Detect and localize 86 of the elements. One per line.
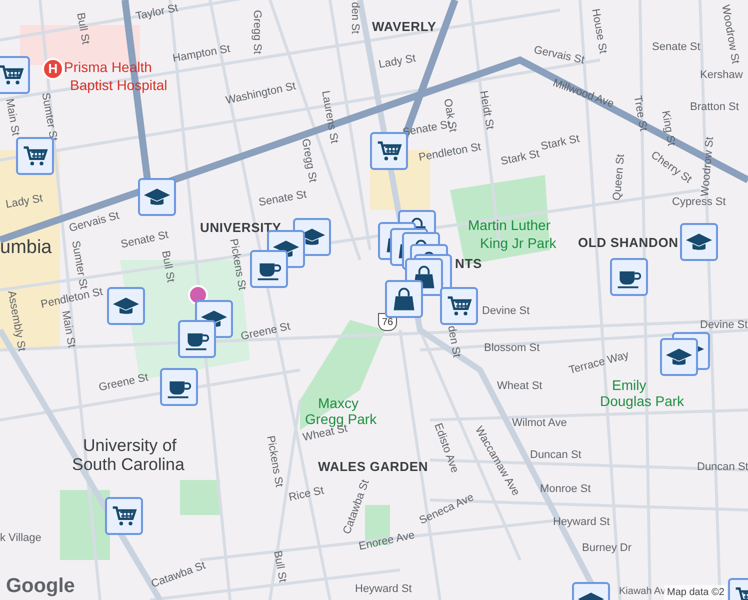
- street-label: Pendleton St: [418, 142, 482, 164]
- street-label: Main St: [3, 98, 20, 137]
- map-marker[interactable]: [138, 178, 176, 216]
- street-label: House St: [589, 8, 608, 54]
- park-label: Gregg Park: [305, 412, 377, 426]
- street-label: Main St: [59, 310, 76, 349]
- street-label: Enoree Ave: [358, 530, 416, 553]
- street-label: Stark St: [500, 148, 541, 168]
- neighborhood-label: NTS: [455, 257, 482, 270]
- street-label: Blossom St: [484, 343, 540, 354]
- street-label: Heidt St: [477, 90, 495, 130]
- street-label: Senate St: [652, 42, 700, 53]
- street-label: Washington St: [225, 81, 297, 107]
- map-marker[interactable]: [440, 287, 478, 325]
- street-label: Devine St: [700, 320, 748, 331]
- park-label: Douglas Park: [600, 394, 684, 408]
- street-label: Burney Dr: [582, 543, 632, 554]
- street-label: den St: [349, 2, 360, 34]
- street-label: den St: [445, 325, 462, 358]
- street-label: Gervais St: [68, 210, 120, 235]
- park-label: Maxcy: [318, 396, 358, 410]
- street-label: Heyward St: [355, 584, 412, 595]
- street-label: Kershaw: [700, 70, 743, 81]
- street-label: Gregg St: [251, 10, 262, 54]
- street-label: Lady St: [378, 54, 417, 71]
- street-label: Assembly St: [5, 290, 27, 352]
- street-label: k Village: [0, 533, 42, 544]
- street-label: Taylor St: [135, 3, 180, 23]
- street-label: Sumter St: [69, 240, 88, 290]
- street-label: Pickens St: [227, 238, 248, 292]
- street-label: Bull St: [74, 12, 91, 46]
- map-marker[interactable]: [107, 287, 145, 325]
- street-label: Duncan St: [697, 462, 748, 473]
- street-label: Bull St: [159, 250, 176, 284]
- neighborhood-label: WAVERLY: [372, 20, 436, 33]
- street-label: Gregg St: [299, 138, 318, 184]
- street-label: Senate St: [258, 190, 308, 209]
- map-marker[interactable]: [160, 368, 198, 406]
- map-marker[interactable]: [250, 250, 288, 288]
- map-marker[interactable]: [0, 56, 30, 94]
- map-logo: Google: [6, 576, 75, 596]
- street-label: Greene St: [240, 322, 292, 343]
- street-label: Gervais St: [532, 45, 586, 66]
- hospital-label: Prisma Health: [64, 60, 152, 74]
- street-label: Heyward St: [553, 517, 610, 528]
- street-label: Senate St: [120, 230, 170, 251]
- city-label: umbia: [0, 238, 52, 257]
- park-label: Martin Luther: [468, 218, 550, 232]
- street-label: Bull St: [271, 550, 288, 584]
- street-label: Kiawah Av: [619, 587, 666, 597]
- street-label: Tree St: [631, 95, 648, 132]
- street-label: Greene St: [98, 372, 150, 394]
- hospital-label: Baptist Hospital: [70, 78, 168, 92]
- street-label: Woodrow St: [719, 4, 740, 65]
- map-marker[interactable]: [385, 280, 423, 318]
- map-marker[interactable]: [105, 497, 143, 535]
- street-label: Laurens St: [319, 90, 340, 144]
- street-label: Woodrow St: [700, 136, 716, 197]
- street-label: King St: [659, 110, 676, 147]
- street-label: Cypress St: [672, 197, 726, 208]
- park-label: King Jr Park: [480, 236, 556, 250]
- street-label: Hampton St: [172, 44, 232, 65]
- street-label: Devine St: [482, 306, 530, 317]
- street-label: Edisto Ave: [432, 422, 460, 474]
- campus-label: South Carolina: [72, 456, 184, 473]
- street-label: Bratton St: [690, 102, 739, 113]
- street-label: Lady St: [5, 194, 44, 211]
- neighborhood-label: UNIVERSITY: [200, 221, 282, 234]
- map-marker[interactable]: [660, 338, 698, 376]
- park-label: Emily: [612, 378, 646, 392]
- street-label: Rice St: [288, 486, 325, 504]
- neighborhood-label: WALES GARDEN: [318, 460, 428, 473]
- map-attribution[interactable]: Map data ©2: [664, 585, 728, 600]
- street-label: Pickens St: [264, 435, 284, 488]
- street-label: Wilmot Ave: [512, 418, 567, 429]
- street-label: Terrace Way: [568, 350, 630, 377]
- street-label: Wheat St: [497, 381, 542, 392]
- street-label: Stark St: [540, 134, 581, 153]
- map-marker[interactable]: [178, 320, 216, 358]
- street-label: Queen St: [612, 154, 627, 201]
- campus-label: University of: [83, 437, 177, 454]
- map-marker[interactable]: [680, 223, 718, 261]
- neighborhood-label: OLD SHANDON: [578, 236, 678, 249]
- street-label: Monroe St: [540, 484, 591, 495]
- map-marker[interactable]: [610, 258, 648, 296]
- street-label: Duncan St: [530, 450, 582, 461]
